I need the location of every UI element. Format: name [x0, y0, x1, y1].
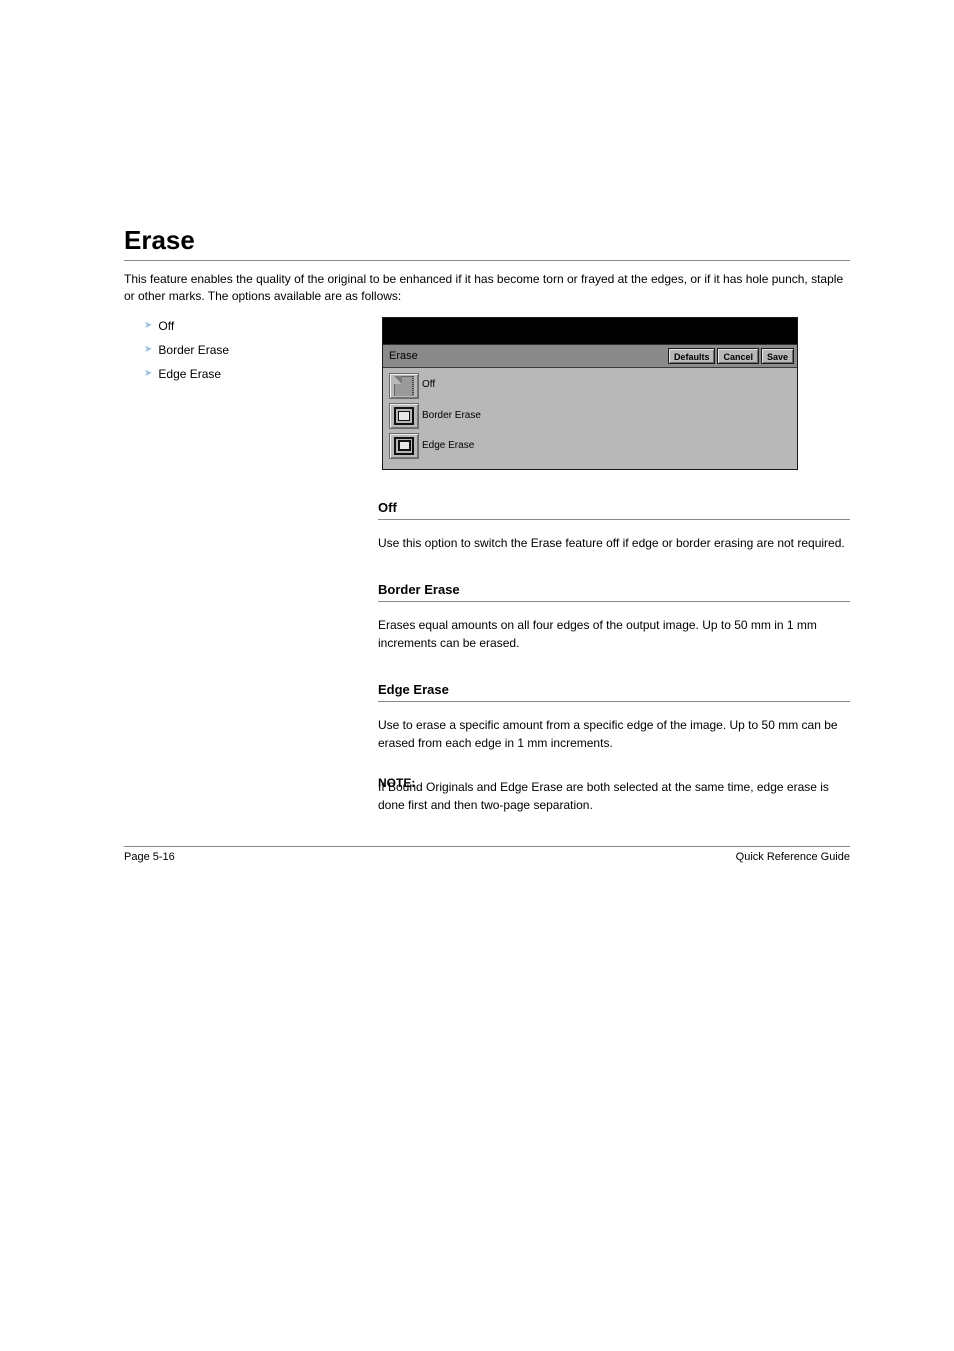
bullet-marker-icon: ➤ — [144, 368, 152, 379]
edge-erase-icon — [389, 433, 419, 459]
border-erase-icon — [389, 403, 419, 429]
cancel-button[interactable]: Cancel — [717, 348, 759, 364]
bullet-list: ➤ Off ➤ Border Erase ➤ Edge Erase — [144, 317, 364, 391]
option-border-label: Border Erase — [422, 410, 481, 421]
border-rule — [378, 601, 850, 602]
off-icon — [389, 373, 419, 399]
footer-rule — [124, 846, 850, 847]
bullet-marker-icon: ➤ — [144, 344, 152, 355]
bullet-off: ➤ Off — [144, 319, 364, 333]
option-edge-label: Edge Erase — [422, 440, 474, 451]
section-rule — [124, 260, 850, 261]
bullet-border-label: Border Erase — [158, 343, 229, 357]
edge-rule — [378, 701, 850, 702]
border-desc: Erases equal amounts on all four edges o… — [378, 616, 850, 652]
option-off-label: Off — [422, 379, 435, 390]
two-column: ➤ Off ➤ Border Erase ➤ Edge Erase Erase … — [144, 317, 864, 470]
panel-titlebar: Erase Defaults Cancel Save — [383, 344, 797, 368]
edge-desc: Use to erase a specific amount from a sp… — [378, 716, 850, 752]
option-border-erase[interactable]: Border Erase — [389, 403, 791, 429]
erase-panel: Erase Defaults Cancel Save Off Borde — [382, 317, 798, 470]
panel-blackbar — [383, 318, 797, 344]
footer-right: Quick Reference Guide — [736, 851, 850, 863]
panel-title: Erase — [389, 350, 418, 362]
bullet-edge-label: Edge Erase — [158, 367, 221, 381]
footer-left: Page 5-16 — [124, 851, 175, 863]
bullet-marker-icon: ➤ — [144, 320, 152, 331]
option-edge-erase[interactable]: Edge Erase — [389, 433, 791, 459]
bullet-border: ➤ Border Erase — [144, 343, 364, 357]
option-off[interactable]: Off — [389, 373, 791, 399]
top-spacer — [110, 80, 864, 225]
section-intro: This feature enables the quality of the … — [124, 271, 844, 305]
off-rule — [378, 519, 850, 520]
page: Erase This feature enables the quality o… — [0, 0, 954, 1351]
note-desc: If Bound Originals and Edge Erase are bo… — [378, 778, 850, 814]
bullet-off-label: Off — [158, 319, 174, 333]
footer: Page 5-16 Quick Reference Guide — [124, 851, 850, 863]
section-heading: Erase — [124, 225, 864, 256]
panel-body: Off Border Erase Edge Erase — [383, 368, 797, 469]
off-heading: Off — [378, 500, 864, 515]
border-heading: Border Erase — [378, 582, 864, 597]
edge-heading: Edge Erase — [378, 682, 864, 697]
defaults-button[interactable]: Defaults — [668, 348, 716, 364]
bullet-edge: ➤ Edge Erase — [144, 367, 364, 381]
save-button[interactable]: Save — [761, 348, 794, 364]
off-desc: Use this option to switch the Erase feat… — [378, 534, 850, 552]
